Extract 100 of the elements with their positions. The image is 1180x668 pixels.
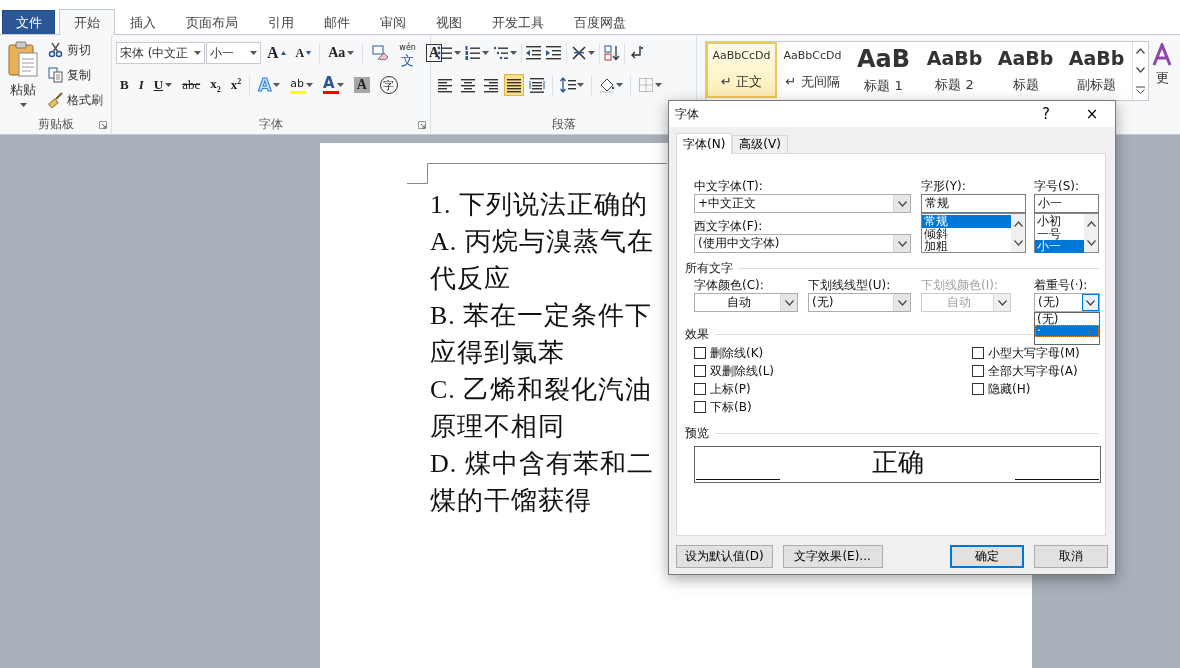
dialog-launcher-icon[interactable] xyxy=(418,121,426,129)
font-size-field[interactable]: 小一 xyxy=(206,42,261,64)
paint-bucket-icon xyxy=(599,77,615,93)
dialog-title: 字体 xyxy=(675,105,700,123)
checkbox-option[interactable]: 双删除线(L) xyxy=(694,362,972,380)
chevron-down-icon xyxy=(1086,299,1095,306)
highlight-button[interactable]: ab xyxy=(286,74,318,96)
style-gallery-item[interactable]: AaBb 标题 xyxy=(990,42,1061,98)
document-text-line: 应得到氯苯 xyxy=(430,337,565,369)
ribbon-tab[interactable]: 视图 xyxy=(421,10,477,34)
italic-button[interactable]: I xyxy=(134,74,148,96)
caret-icon xyxy=(655,83,662,87)
ribbon-tab[interactable]: 审阅 xyxy=(365,10,421,34)
field-label: 中文字体(T): xyxy=(694,178,764,194)
caret-icon xyxy=(510,51,517,55)
checkbox-option[interactable]: 上标(P) xyxy=(694,380,972,398)
underline-button[interactable]: U xyxy=(149,74,177,96)
ribbon-tab[interactable]: 百度网盘 xyxy=(559,10,641,34)
grow-font-button[interactable]: A xyxy=(263,42,290,64)
dialog-button[interactable]: 确定 xyxy=(950,545,1024,568)
copy-button[interactable]: 复制 xyxy=(48,64,103,86)
subscript-button[interactable]: x$_{2}$ xyxy=(206,74,225,96)
style-gallery-item[interactable]: AaBbCcDd ↵ 正文 xyxy=(706,42,777,98)
style-gallery-item[interactable]: AaBbCcDd ↵ 无间隔 xyxy=(777,42,848,98)
dialog-button[interactable]: 取消 xyxy=(1034,545,1108,568)
checkbox-option[interactable]: 下标(B) xyxy=(694,398,972,416)
dropdown-field[interactable]: (无) xyxy=(808,293,911,312)
checkbox-option[interactable]: 删除线(K) xyxy=(694,344,972,362)
style-gallery-item[interactable]: AaB 标题 1 xyxy=(848,42,919,98)
field-label: 着重号(·): xyxy=(1034,277,1089,293)
font-select[interactable]: +中文正文 xyxy=(694,194,911,213)
paste-button[interactable]: 粘贴 xyxy=(4,39,42,115)
list-option[interactable]: 加粗 xyxy=(922,240,1011,253)
ribbon-tab[interactable]: 引用 xyxy=(253,10,309,34)
group-label: 段落 xyxy=(551,116,576,133)
checkbox[interactable] xyxy=(972,365,984,377)
list-option[interactable]: 倾斜 xyxy=(922,227,1011,241)
checkbox[interactable] xyxy=(694,383,706,395)
distributed-icon xyxy=(529,77,545,93)
font-color-button[interactable]: A xyxy=(319,74,348,96)
sort-button[interactable] xyxy=(602,42,622,64)
change-styles-button[interactable]: 更 xyxy=(1150,39,1172,134)
help-button[interactable]: ? xyxy=(1023,101,1069,127)
chevron-down-icon xyxy=(897,240,907,247)
scissors-icon xyxy=(48,42,64,58)
align-right-icon xyxy=(483,77,499,93)
character-shading-button[interactable]: A xyxy=(349,74,374,96)
letter-a-icon xyxy=(1152,43,1172,67)
format-painter-button[interactable]: 格式刷 xyxy=(48,89,103,111)
superscript-button[interactable]: x$^{2}$ xyxy=(226,74,246,96)
decrease-indent-icon xyxy=(526,45,542,61)
ribbon-tab[interactable]: 页面布局 xyxy=(171,10,253,34)
font-select[interactable]: (使用中文字体) xyxy=(694,234,911,253)
change-case-button[interactable]: Aa xyxy=(324,42,359,64)
close-button[interactable]: × xyxy=(1069,101,1115,127)
checkbox-option[interactable]: 小型大写字母(M) xyxy=(972,344,1092,362)
checkbox[interactable] xyxy=(694,401,706,413)
input-field[interactable]: 常规 xyxy=(921,194,1026,213)
field-label: 下划线线型(U): xyxy=(808,277,892,293)
shrink-font-button[interactable]: A xyxy=(291,42,316,64)
chevron-up-icon xyxy=(1086,220,1096,227)
chevron-down-icon xyxy=(997,299,1007,306)
checkbox[interactable] xyxy=(972,383,984,395)
list-box[interactable]: 常规 倾斜 加粗 xyxy=(921,213,1026,253)
dialog-tab[interactable]: 字体(N) xyxy=(676,133,733,154)
checkbox[interactable] xyxy=(694,347,706,359)
checkbox[interactable] xyxy=(694,365,706,377)
ribbon-tab[interactable]: 开发工具 xyxy=(477,10,559,34)
style-gallery-item[interactable]: AaBb 标题 2 xyxy=(919,42,990,98)
list-option[interactable]: 常规 xyxy=(922,215,1011,228)
eraser-icon xyxy=(371,45,390,61)
ribbon-tab[interactable]: 开始 xyxy=(59,9,115,35)
ribbon-tab[interactable]: 邮件 xyxy=(309,10,365,34)
dialog-button[interactable]: 文字效果(E)... xyxy=(782,545,883,568)
checkbox[interactable] xyxy=(972,347,984,359)
cut-button[interactable]: 剪切 xyxy=(48,39,103,61)
style-gallery-item[interactable]: AaBb 副标题 xyxy=(1061,42,1132,98)
chevron-down-icon xyxy=(1086,239,1096,246)
dialog-launcher-icon[interactable] xyxy=(99,121,107,129)
dropdown-field[interactable]: 自动 xyxy=(694,293,798,312)
caret-icon xyxy=(194,51,201,55)
list-option[interactable]: 小一 xyxy=(1035,240,1084,253)
justify-button[interactable] xyxy=(504,74,524,96)
input-field[interactable]: 小一 xyxy=(1034,194,1099,213)
list-option[interactable]: 一号 xyxy=(1035,227,1084,241)
dropdown-option[interactable]: (无) xyxy=(1035,313,1099,325)
dialog-button[interactable]: 设为默认值(D) xyxy=(676,545,773,568)
justify-icon xyxy=(506,77,522,93)
checkbox-option[interactable]: 全部大写字母(A) xyxy=(972,362,1092,380)
ribbon-tab[interactable]: 插入 xyxy=(115,10,171,34)
dialog-tab[interactable]: 高级(V) xyxy=(732,135,788,153)
checkbox-option[interactable]: 隐藏(H) xyxy=(972,380,1092,398)
font-name-field[interactable]: 宋体 (中文正 xyxy=(116,42,205,64)
strikethrough-button[interactable]: abc xyxy=(178,74,205,96)
bold-button[interactable]: B xyxy=(116,74,133,96)
dropdown-option[interactable]: · xyxy=(1035,325,1099,337)
list-box[interactable]: 小初 一号 小一 xyxy=(1034,213,1099,253)
gallery-more-icon[interactable] xyxy=(1136,85,1145,94)
list-option[interactable]: 小初 xyxy=(1035,215,1084,228)
file-menu-button[interactable]: 文件 xyxy=(2,10,55,34)
